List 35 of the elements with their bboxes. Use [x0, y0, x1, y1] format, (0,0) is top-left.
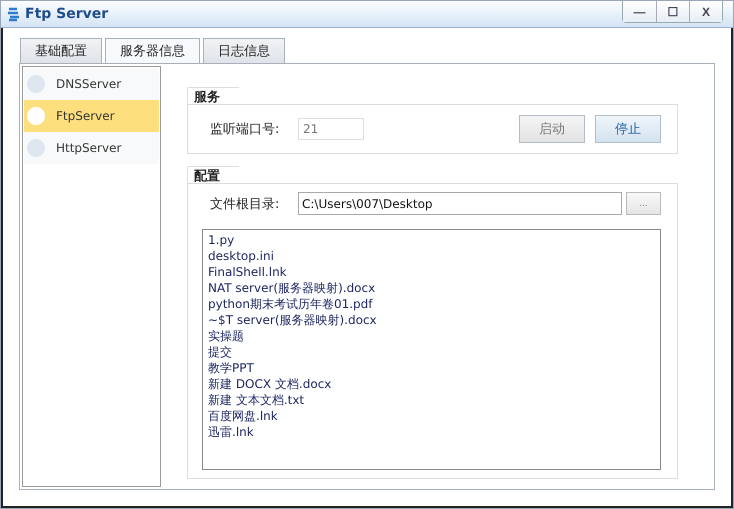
- sidebar-item[interactable]: HttpServer: [24, 132, 159, 164]
- field-label: 文件根目录:: [210, 196, 280, 212]
- item-label: DNSServer: [56, 77, 122, 91]
- window-title: Ftp Server: [25, 6, 110, 22]
- file-item[interactable]: python期末考试历年卷01.pdf: [208, 296, 655, 312]
- sidebar-item[interactable]: FtpServer: [24, 100, 159, 132]
- file-item[interactable]: FinalShell.lnk: [208, 264, 655, 280]
- file-item[interactable]: 迅雷.lnk: [208, 424, 655, 440]
- tab[interactable]: 基础配置: [20, 38, 102, 63]
- circle-icon: [27, 107, 45, 125]
- window-control[interactable]: ☐: [656, 1, 689, 22]
- file-item[interactable]: 实操题: [208, 328, 655, 344]
- window-control[interactable]: —: [623, 1, 656, 22]
- file-item[interactable]: 新建 文本文档.txt: [208, 392, 655, 408]
- file-item[interactable]: 提交: [208, 344, 655, 360]
- file-item[interactable]: NAT server(服务器映射).docx: [208, 280, 655, 296]
- sidebar-item[interactable]: DNSServer: [24, 68, 159, 100]
- circle-icon: [27, 75, 45, 93]
- file-item[interactable]: desktop.ini: [208, 248, 655, 264]
- item-label: FtpServer: [56, 109, 115, 123]
- item-label: HttpServer: [56, 141, 122, 155]
- tab[interactable]: 日志信息: [203, 38, 285, 63]
- port-field[interactable]: 21: [298, 118, 364, 140]
- tab[interactable]: 服务器信息: [105, 38, 200, 63]
- file-item[interactable]: 百度网盘.lnk: [208, 408, 655, 424]
- path-field[interactable]: C:\Users\007\Desktop: [298, 192, 622, 215]
- app-icon: [7, 6, 21, 22]
- file-item[interactable]: 新建 DOCX 文档.docx: [208, 376, 655, 392]
- file-item[interactable]: 1.py: [208, 232, 655, 248]
- file-item[interactable]: 教学PPT: [208, 360, 655, 376]
- circle-icon: [27, 139, 45, 157]
- stop-button[interactable]: 停止: [595, 115, 661, 143]
- file-item[interactable]: ~$T server(服务器映射).docx: [208, 312, 655, 328]
- field-label: 监听端口号:: [210, 121, 280, 138]
- window-control[interactable]: X: [689, 1, 722, 22]
